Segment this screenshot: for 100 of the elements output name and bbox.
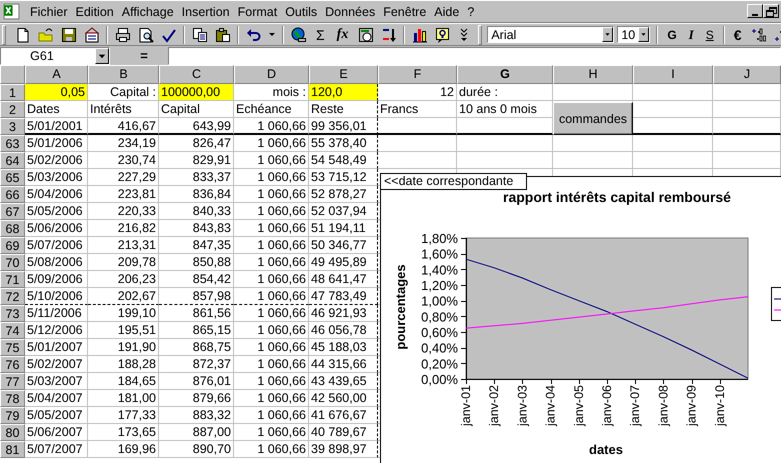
globe-icon[interactable] [290,26,306,42]
column-header[interactable]: J [713,65,781,84]
table-cell: 49 495,89 [309,254,378,271]
euro-button[interactable]: € [732,26,743,42]
undo-icon[interactable] [246,26,262,42]
menu-item[interactable]: ? [463,4,478,18]
column-header[interactable]: D [234,65,309,84]
row-header[interactable]: 67 [0,203,25,220]
column-header[interactable]: H [553,65,633,84]
table-cell: 53 715,12 [309,169,378,186]
menu-item[interactable]: Aide [430,4,464,18]
spreadsheet-icon[interactable] [3,3,20,20]
table-cell: 50 346,77 [309,237,378,254]
name-box[interactable]: G61 [0,46,110,64]
column-header[interactable]: C [159,65,234,84]
column-header[interactable]: A [25,65,88,84]
table-cell: 833,37 [159,169,234,186]
folder-icon[interactable] [38,26,54,42]
chart-title: rapport intérêts capital remboursé [503,189,731,205]
sum-button[interactable]: Σ [315,26,326,42]
table-cell: 872,37 [159,356,234,373]
bold-button[interactable]: G [666,28,678,42]
more-icon[interactable] [458,26,470,42]
row-header[interactable]: 75 [0,339,25,356]
column-header[interactable]: F [378,65,457,84]
menu-item[interactable]: Fenêtre [379,4,430,18]
table-cell: 1 060,66 [234,288,309,305]
table-cell: 209,78 [88,254,159,271]
menu-item[interactable]: Données [321,4,380,18]
row-header[interactable]: 63 [0,135,25,152]
row-header[interactable]: 64 [0,152,25,169]
paste-icon[interactable] [214,26,230,42]
table-cell: Echéance [234,101,309,118]
column-header[interactable]: E [309,65,378,84]
table-cell: 99 356,01 [309,118,378,135]
print-preview-icon[interactable] [138,26,154,42]
formula-field[interactable] [168,46,781,64]
axis-tick-label: 0,20% [421,356,458,372]
axis-tick-label: janv-10 [712,385,727,426]
row-header[interactable]: 78 [0,390,25,407]
menu-item[interactable]: Outils [281,4,322,18]
table-cell: 1 060,66 [234,186,309,203]
row-header[interactable]: 70 [0,254,25,271]
row-header[interactable]: 66 [0,186,25,203]
row-header[interactable]: 69 [0,237,25,254]
table-cell: 5/05/2007 [25,407,88,424]
table-cell: 868,75 [159,339,234,356]
table-cell: 5/02/2007 [25,356,88,373]
row-header[interactable]: 80 [0,424,25,441]
table-cell: 883,32 [159,407,234,424]
commandes-button[interactable]: commandes [553,102,633,135]
row-header[interactable]: 71 [0,271,25,288]
font-size-field[interactable]: 10 [617,26,650,43]
table-cell: 5/06/2006 [25,220,88,237]
column-header[interactable]: B [88,65,159,84]
minimize-icon[interactable] [747,4,763,18]
menu-item[interactable]: Affichage [118,4,178,18]
row-header[interactable]: 1 [0,84,25,101]
printer-icon[interactable] [114,26,130,42]
column-header[interactable]: G [457,65,553,84]
spell-check-icon[interactable] [160,26,176,42]
menu-item[interactable]: Edition [72,4,118,18]
menu-item[interactable]: Fichier [26,4,72,18]
row-header[interactable]: 77 [0,373,25,390]
row-header[interactable]: 72 [0,288,25,305]
restore-icon[interactable] [763,4,779,18]
row-header[interactable]: 3 [0,118,25,135]
new-file-icon[interactable] [14,26,30,42]
table-cell: 643,99 [159,118,234,135]
sort-icon[interactable] [380,26,397,42]
underline-button[interactable]: S [704,28,715,42]
mail-icon[interactable] [84,26,100,42]
font-field[interactable]: Arial [487,26,614,43]
help-icon[interactable] [434,26,451,42]
italic-button[interactable]: I [688,26,695,42]
currency-convert-icon[interactable] [358,26,374,42]
table-cell: 216,82 [88,220,159,237]
table-cell: 55 378,40 [309,135,378,152]
table-cell: 857,98 [159,288,234,305]
row-header[interactable]: 79 [0,407,25,424]
function-button[interactable]: fx [336,26,350,42]
row-header[interactable]: 68 [0,220,25,237]
row-header[interactable]: 81 [0,441,25,458]
column-header[interactable]: I [633,65,713,84]
row-header[interactable]: 76 [0,356,25,373]
bar-chart-icon[interactable] [412,26,428,42]
table-cell: 5/08/2006 [25,254,88,271]
table-cell: Dates [25,101,88,118]
table-cell: 43 439,65 [309,373,378,390]
row-header[interactable]: 74 [0,322,25,339]
increase-decimal-icon[interactable] [751,26,768,42]
select-all-corner[interactable] [0,65,25,84]
table-cell: 5/12/2006 [25,322,88,339]
row-header[interactable]: 73 [0,305,25,322]
table-cell: durée : [457,84,553,101]
row-header[interactable]: 65 [0,169,25,186]
copy-icon[interactable] [192,26,208,42]
menu-item[interactable]: Insertion [178,4,234,18]
row-header[interactable]: 2 [0,101,25,118]
menu-item[interactable]: Format [234,4,282,18]
